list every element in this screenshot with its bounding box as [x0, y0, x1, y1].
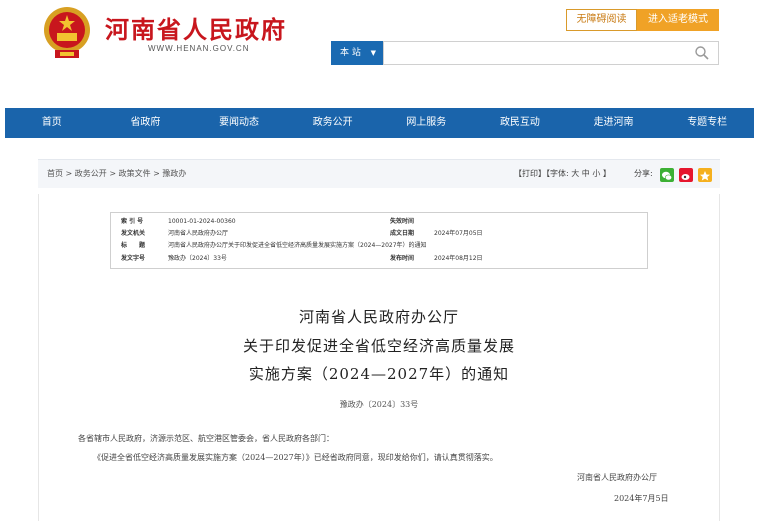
chevron-down-icon: ▼ [370, 49, 376, 57]
breadcrumb-bar: 首页 > 政务公开 > 政策文件 > 豫政办 【打印】【字体: 大 中 小 】 … [38, 159, 720, 188]
search-icon[interactable] [694, 45, 710, 61]
site-url: WWW.HENAN.GOV.CN [148, 44, 250, 53]
signature: 河南省人民政府办公厅 [577, 473, 657, 482]
meta-value: 2024年08月12日 [434, 255, 483, 262]
meta-key: 成文日期 [390, 230, 415, 237]
meta-row: 标 题 河南省人民政府办公厅关于印发促进全省低空经济高质量发展实施方案（2024… [111, 240, 647, 251]
elder-mode-button[interactable]: 进入适老模式 [637, 9, 719, 31]
meta-value: 10001-01-2024-00360 [168, 218, 236, 225]
national-emblem-icon [44, 7, 90, 58]
nav-item-home[interactable]: 首页 [5, 108, 99, 138]
meta-row: 发文字号 豫政办〔2024〕33号 发布时间 2024年08月12日 [111, 253, 647, 264]
print-font-tools[interactable]: 【打印】【字体: 大 中 小 】 [514, 160, 611, 188]
accessible-reading-button[interactable]: 无障碍阅读 [566, 9, 637, 31]
document-title-line: 实施方案（2024—2027年）的通知 [248, 365, 510, 383]
nav-item-interaction[interactable]: 政民互动 [473, 108, 567, 138]
meta-key: 发文字号 [121, 255, 146, 262]
meta-key: 发布时间 [390, 255, 415, 262]
meta-value: 河南省人民政府办公厅关于印发促进全省低空经济高质量发展实施方案（2024—202… [168, 242, 427, 249]
weibo-icon[interactable] [679, 168, 693, 182]
meta-key: 标 题 [121, 242, 146, 249]
nav-item-news[interactable]: 要闻动态 [192, 108, 286, 138]
nav-item-government[interactable]: 省政府 [99, 108, 193, 138]
meta-key: 索 引 号 [121, 218, 144, 225]
site-header: 河南省人民政府 WWW.HENAN.GOV.CN 无障碍阅读 进入适老模式 本 … [0, 0, 758, 108]
meta-value: 豫政办〔2024〕33号 [168, 255, 227, 262]
body-paragraph: 《促进全省低空经济高质量发展实施方案（2024—2027年）》已经省政府同意，现… [93, 453, 498, 462]
nav-item-online-service[interactable]: 网上服务 [380, 108, 474, 138]
document-title-line: 河南省人民政府办公厅 [298, 308, 459, 326]
meta-value: 2024年07月05日 [434, 230, 483, 237]
wechat-icon[interactable] [660, 168, 674, 182]
meta-value: 河南省人民政府办公厅 [168, 230, 229, 237]
qzone-icon[interactable] [698, 168, 712, 182]
meta-row: 发文机关 河南省人民政府办公厅 成文日期 2024年07月05日 [111, 228, 647, 239]
search-scope-label: 本 站 [340, 48, 361, 58]
nav-item-about-henan[interactable]: 走进河南 [567, 108, 661, 138]
document-number: 豫政办〔2024〕33号 [339, 400, 419, 409]
sign-date: 2024年7月5日 [614, 494, 669, 503]
search-input[interactable] [383, 41, 719, 65]
document-meta-table: 索 引 号 10001-01-2024-00360 失效时间 发文机关 河南省人… [110, 212, 648, 269]
meta-key: 失效时间 [390, 218, 415, 225]
document-title-line: 关于印发促进全省低空经济高质量发展 [242, 337, 515, 355]
search-scope-select[interactable]: 本 站 ▼ [331, 41, 383, 65]
salutation: 各省辖市人民政府，济源示范区、航空港区管委会，省人民政府各部门： [78, 434, 334, 443]
breadcrumb[interactable]: 首页 > 政务公开 > 政策文件 > 豫政办 [47, 160, 186, 188]
main-nav: 首页 省政府 要闻动态 政务公开 网上服务 政民互动 走进河南 专题专栏 [5, 108, 754, 138]
meta-row: 索 引 号 10001-01-2024-00360 失效时间 [111, 216, 647, 227]
share-label: 分享: [634, 169, 653, 178]
nav-item-disclosure[interactable]: 政务公开 [286, 108, 380, 138]
meta-key: 发文机关 [121, 230, 146, 237]
site-title[interactable]: 河南省人民政府 [105, 10, 287, 45]
nav-item-topics[interactable]: 专题专栏 [660, 108, 754, 138]
